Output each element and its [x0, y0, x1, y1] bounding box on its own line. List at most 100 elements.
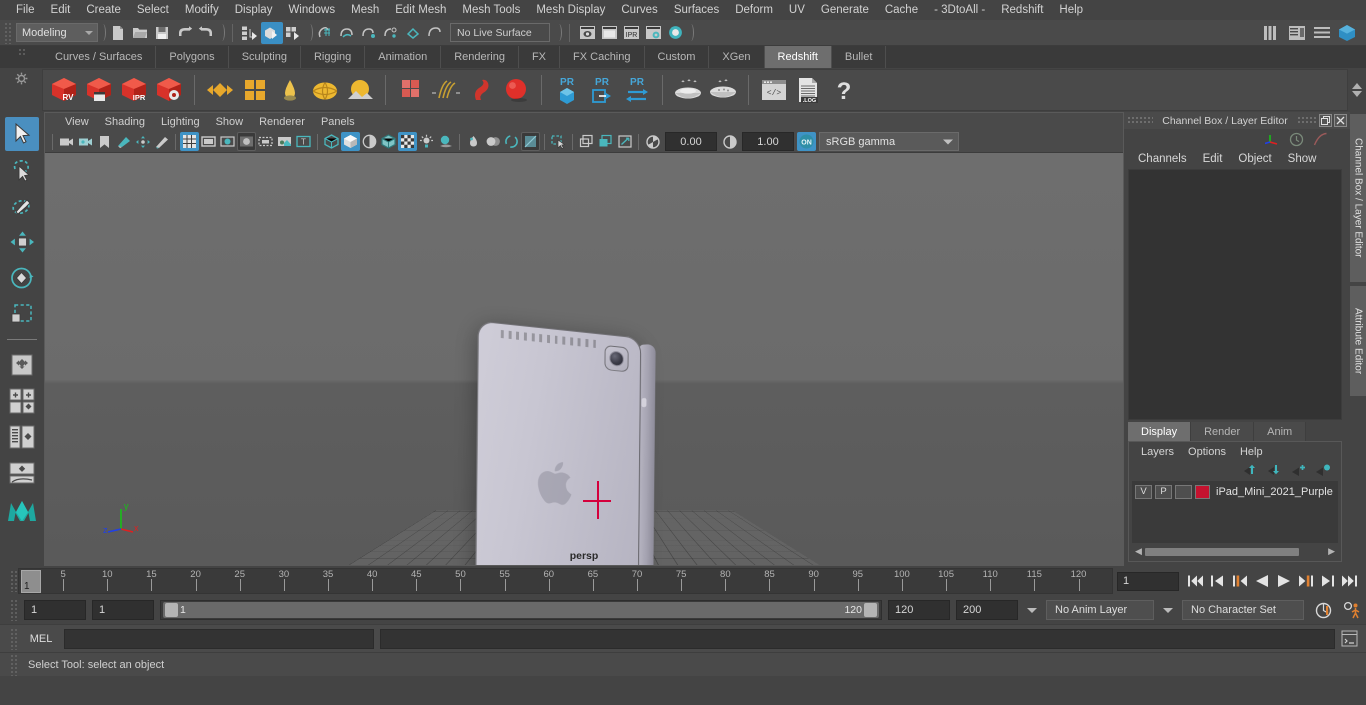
move-layer-down-icon[interactable] — [1267, 464, 1283, 477]
use-all-lights-icon[interactable] — [417, 132, 436, 151]
gamma-adjust-icon[interactable] — [720, 132, 739, 151]
live-surface-field[interactable]: No Live Surface — [450, 23, 550, 42]
new-scene-button[interactable] — [107, 22, 129, 44]
layer-menu-layers[interactable]: Layers — [1134, 445, 1181, 459]
animation-end-field[interactable]: 200 — [956, 600, 1018, 620]
playback-end-field[interactable]: 120 — [888, 600, 950, 620]
next-key-button[interactable] — [1295, 570, 1316, 592]
close-panel-button[interactable] — [1334, 114, 1347, 127]
toggle-grid-icon[interactable] — [180, 132, 199, 151]
shelf-scroll-arrows[interactable] — [1348, 83, 1366, 97]
redshift-dome-light-icon[interactable] — [308, 73, 342, 107]
command-line-grip[interactable] — [10, 627, 18, 650]
rotate-tool-button[interactable] — [5, 261, 39, 295]
menu-item-curves[interactable]: Curves — [613, 2, 665, 18]
text-overlay-icon[interactable]: T — [294, 132, 313, 151]
menu-item-windows[interactable]: Windows — [280, 2, 343, 18]
viewport-menu-lighting[interactable]: Lighting — [153, 115, 208, 129]
camera-attributes-icon[interactable] — [76, 132, 95, 151]
snap-to-projected-center-button[interactable] — [380, 22, 402, 44]
menu-item-redshift[interactable]: Redshift — [993, 2, 1051, 18]
redshift-ipr-icon[interactable]: IPR — [117, 73, 151, 107]
status-line-grip[interactable] — [4, 21, 12, 44]
range-bar[interactable]: 1 120 — [160, 600, 882, 620]
color-space-dropdown[interactable]: sRGB gamma — [819, 132, 959, 151]
channel-box-menu-object[interactable]: Object — [1230, 152, 1279, 166]
shelf-tab-animation[interactable]: Animation — [365, 46, 442, 68]
menu-item-mesh-tools[interactable]: Mesh Tools — [454, 2, 528, 18]
viewport-menu-view[interactable]: View — [57, 115, 97, 129]
film-gate-icon[interactable] — [199, 132, 218, 151]
shelf-tab-rigging[interactable]: Rigging — [300, 46, 366, 68]
viewport-menu-renderer[interactable]: Renderer — [251, 115, 313, 129]
range-slider-grip[interactable] — [10, 599, 18, 621]
save-scene-button[interactable] — [151, 22, 173, 44]
exposure-icon[interactable] — [275, 132, 294, 151]
render-sequence-button[interactable] — [598, 22, 620, 44]
layer-playback-toggle[interactable]: P — [1155, 484, 1172, 499]
chevron-down-icon[interactable] — [1352, 91, 1362, 97]
snap-grid-layout-button[interactable] — [5, 348, 39, 382]
scale-tool-button[interactable] — [5, 297, 39, 331]
layer-menu-options[interactable]: Options — [1181, 445, 1233, 459]
shelf-options-gear-icon[interactable] — [15, 72, 28, 85]
toggle-sidebar-icon-4[interactable] — [1336, 22, 1358, 44]
panel-grip-left[interactable] — [1127, 116, 1153, 125]
character-set-dropdown[interactable]: No Character Set — [1182, 600, 1304, 620]
menu-item-edit-mesh[interactable]: Edit Mesh — [387, 2, 454, 18]
redshift-sphere-primitive-icon[interactable] — [499, 73, 533, 107]
command-language-label[interactable]: MEL — [24, 633, 58, 645]
gate-mask-icon[interactable] — [237, 132, 256, 151]
shelf-tab-xgen[interactable]: XGen — [709, 46, 765, 68]
menu-item-create[interactable]: Create — [78, 2, 129, 18]
menu-item-generate[interactable]: Generate — [813, 2, 877, 18]
layer-shading-toggle[interactable] — [1175, 484, 1192, 499]
channel-box-attribute-area[interactable] — [1128, 169, 1342, 420]
gamma-value-field[interactable]: 1.00 — [742, 132, 794, 151]
xray-active-components-icon[interactable] — [596, 132, 615, 151]
grease-pencil-icon[interactable] — [152, 132, 171, 151]
redshift-render-settings-icon[interactable] — [152, 73, 186, 107]
layer-list-horizontal-scrollbar[interactable]: ◀ ▶ — [1132, 545, 1338, 558]
bake-set-icon[interactable] — [671, 73, 705, 107]
clock-icon[interactable] — [1289, 132, 1304, 147]
axis-indicator-icon[interactable] — [1265, 132, 1280, 146]
snap-to-view-plane-button[interactable] — [402, 22, 424, 44]
color-management-toggle-icon[interactable]: ON — [797, 132, 816, 151]
time-slider[interactable]: 1 5 10 15 20 25 30 35 40 45 50 55 60 65 70 75 80 85 90 95 1… — [18, 568, 1113, 594]
create-layer-from-selected-icon[interactable] — [1315, 464, 1331, 477]
select-camera-icon[interactable] — [57, 132, 76, 151]
scroll-right-arrow-icon[interactable]: ▶ — [1325, 546, 1338, 557]
image-plane-icon[interactable] — [114, 132, 133, 151]
help-line-grip[interactable] — [10, 653, 18, 676]
side-tab-channel-box[interactable]: Channel Box / Layer Editor — [1350, 114, 1366, 282]
toggle-sidebar-icon-3[interactable] — [1311, 22, 1333, 44]
smooth-shade-all-icon[interactable] — [341, 132, 360, 151]
shadows-icon[interactable] — [436, 132, 455, 151]
step-forward-button[interactable] — [1317, 570, 1338, 592]
paint-select-tool-button[interactable] — [5, 189, 39, 223]
redo-button[interactable] — [195, 22, 217, 44]
snap-to-grid-button[interactable] — [314, 22, 336, 44]
graph-curve-icon[interactable] — [1313, 132, 1328, 147]
motion-blur-icon[interactable] — [483, 132, 502, 151]
side-tab-attribute-editor[interactable]: Attribute Editor — [1350, 286, 1366, 396]
shelf-tab-curves-surfaces[interactable]: Curves / Surfaces — [42, 46, 157, 68]
menu-item-3dtoall[interactable]: - 3DtoAll - — [926, 2, 993, 18]
layer-tab-render[interactable]: Render — [1191, 422, 1255, 441]
lasso-select-tool-button[interactable] — [5, 153, 39, 187]
undo-button[interactable] — [173, 22, 195, 44]
layer-list[interactable]: V P iPad_Mini_2021_Purple — [1132, 481, 1338, 543]
channel-box-menu-show[interactable]: Show — [1280, 152, 1325, 166]
menu-item-modify[interactable]: Modify — [177, 2, 227, 18]
layer-visibility-toggle[interactable]: V — [1135, 484, 1152, 499]
redshift-material-blender-icon[interactable] — [238, 73, 272, 107]
exposure-value-field[interactable]: 0.00 — [665, 132, 717, 151]
step-back-button[interactable] — [1207, 570, 1228, 592]
menu-item-deform[interactable]: Deform — [727, 2, 781, 18]
bookmark-icon[interactable] — [95, 132, 114, 151]
exposure-adjust-icon[interactable] — [643, 132, 662, 151]
move-layer-up-icon[interactable] — [1243, 464, 1259, 477]
previous-key-button[interactable] — [1229, 570, 1250, 592]
ambient-occlusion-icon[interactable] — [502, 132, 521, 151]
